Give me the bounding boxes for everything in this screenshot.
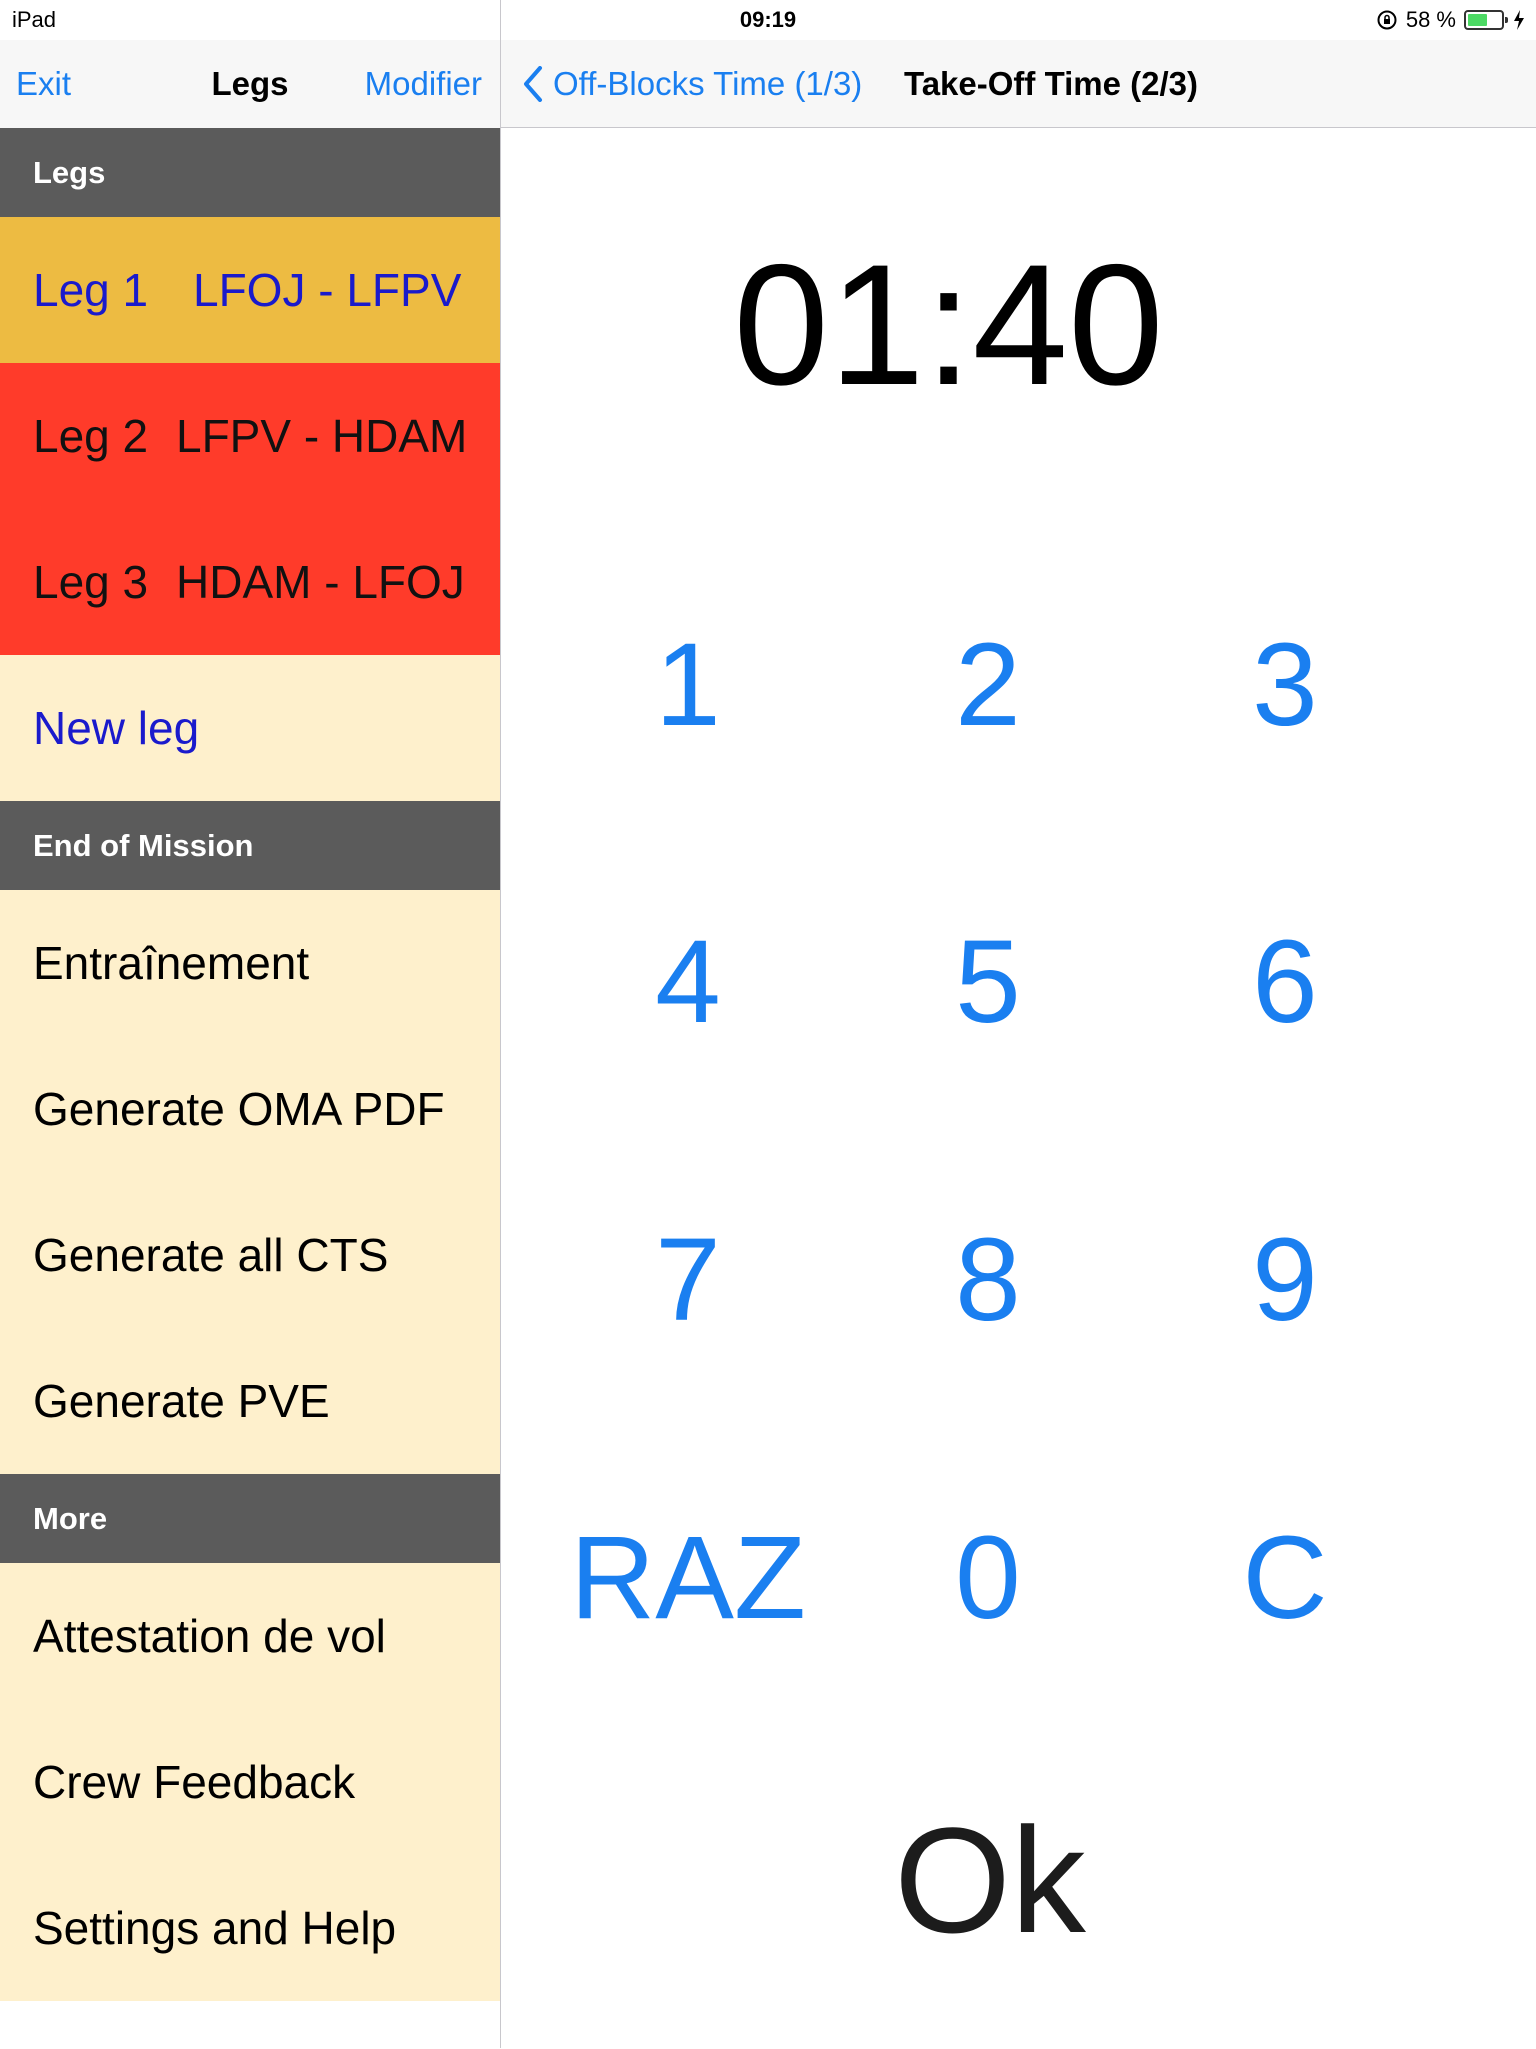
time-display: 01:40 [733, 229, 1164, 421]
ok-button[interactable]: Ok [840, 1770, 1140, 1990]
status-indicators: 58 % [1376, 6, 1526, 34]
back-button-label: Off-Blocks Time (1/3) [553, 65, 863, 102]
detail-nav-bar: Off-Blocks Time (1/3) Take-Off Time (2/3… [501, 40, 1536, 128]
list-item-generate-oma-pdf[interactable]: Generate OMA PDF [0, 1036, 500, 1182]
leg-row-3[interactable]: Leg 3 HDAM - LFOJ [0, 509, 500, 655]
list-footer [0, 2001, 500, 2049]
page-title: Take-Off Time (2/3) [904, 65, 1199, 102]
key-4[interactable]: 4 [558, 882, 818, 1082]
list-item-training[interactable]: Entraînement [0, 890, 500, 1036]
key-3[interactable]: 3 [1155, 585, 1415, 785]
leg-number: Leg 2 [33, 410, 149, 462]
battery-fill [1468, 14, 1487, 26]
battery-icon [1464, 10, 1508, 30]
list-item-flight-certificate[interactable]: Attestation de vol [0, 1563, 500, 1709]
key-0[interactable]: 0 [858, 1478, 1118, 1678]
key-2[interactable]: 2 [858, 585, 1118, 785]
key-8[interactable]: 8 [858, 1180, 1118, 1380]
clock: 09:19 [739, 7, 797, 32]
section-header-more: More [0, 1474, 500, 1563]
leg-route: LFOJ - LFPV [193, 264, 462, 316]
leg-number: Leg 3 [33, 556, 149, 608]
list-item-crew-feedback[interactable]: Crew Feedback [0, 1709, 500, 1855]
master-list: Legs Leg 1 LFOJ - LFPV Leg 2 LFPV - HDAM… [0, 128, 500, 2049]
leg-number: Leg 1 [33, 264, 149, 316]
master-nav-bar: Legs Exit Modifier [0, 40, 500, 128]
new-leg-button[interactable]: New leg [0, 655, 500, 801]
status-bar: iPad 09:19 58 % [0, 0, 1536, 40]
key-6[interactable]: 6 [1155, 882, 1415, 1082]
key-1[interactable]: 1 [558, 585, 818, 785]
key-5[interactable]: 5 [858, 882, 1118, 1082]
reset-button[interactable]: RAZ [558, 1478, 818, 1678]
charging-bolt-icon [1512, 9, 1526, 31]
section-header-legs: Legs [0, 128, 500, 217]
key-7[interactable]: 7 [558, 1180, 818, 1380]
leg-row-2[interactable]: Leg 2 LFPV - HDAM [0, 363, 500, 509]
edit-button[interactable]: Modifier [365, 40, 482, 128]
clear-button[interactable]: C [1155, 1478, 1415, 1678]
key-9[interactable]: 9 [1155, 1180, 1415, 1380]
leg-route: HDAM - LFOJ [176, 556, 465, 608]
section-header-end-of-mission: End of Mission [0, 801, 500, 890]
leg-route: LFPV - HDAM [176, 410, 468, 462]
exit-button[interactable]: Exit [16, 40, 71, 128]
list-item-settings-help[interactable]: Settings and Help [0, 1855, 500, 2001]
chevron-left-icon [524, 66, 542, 102]
list-item-generate-all-cts[interactable]: Generate all CTS [0, 1182, 500, 1328]
list-item-generate-pve[interactable]: Generate PVE [0, 1328, 500, 1474]
battery-percent: 58 % [1405, 7, 1456, 32]
orientation-lock-icon [1376, 9, 1398, 31]
back-button[interactable]: Off-Blocks Time (1/3) [523, 40, 862, 128]
leg-row-1[interactable]: Leg 1 LFOJ - LFPV [0, 217, 500, 363]
